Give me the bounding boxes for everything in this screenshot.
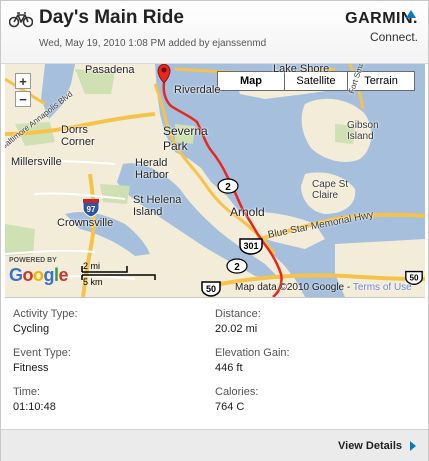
google-logo[interactable]: Google — [9, 265, 69, 286]
activity-header: Day's Main Ride Wed, May 19, 2010 1:08 P… — [1, 1, 428, 64]
svg-text:2: 2 — [225, 182, 231, 193]
stat-value: 01:10:48 — [13, 401, 56, 413]
zoom-in-button[interactable]: + — [15, 73, 31, 89]
map-data-credit: Map data ©2010 Google - — [235, 282, 353, 293]
google-letter: g — [43, 265, 55, 285]
stat-value: 446 ft — [215, 362, 243, 374]
view-details-link[interactable]: View Details — [338, 440, 416, 452]
place-riverdale: Riverdale — [174, 84, 221, 96]
activity-widget: Day's Main Ride Wed, May 19, 2010 1:08 P… — [0, 0, 429, 461]
place-pasadena: Pasadena — [85, 64, 135, 76]
stat-label: Elevation Gain: — [215, 347, 290, 359]
svg-text:301: 301 — [243, 241, 258, 251]
arrow-right-icon — [410, 441, 416, 451]
activity-stats: Activity Type: Cycling Event Type: Fitne… — [1, 298, 428, 428]
garmin-connect-logo[interactable]: GARMIN. Connect. — [328, 10, 418, 54]
stat-elevation-gain: Elevation Gain: 446 ft — [215, 347, 415, 374]
place-crownsville: Crownsville — [57, 217, 114, 229]
svg-text:97: 97 — [87, 205, 96, 214]
stat-activity-type: Activity Type: Cycling — [13, 308, 213, 335]
google-letter: e — [58, 265, 69, 285]
stat-value: 764 C — [215, 401, 245, 413]
place-gibson-island: Gibson Island — [347, 120, 379, 142]
powered-by-label: POWERED BY — [9, 257, 57, 264]
garmin-triangle-icon — [406, 10, 416, 18]
stat-time: Time: 01:10:48 — [13, 386, 213, 413]
google-letter: o — [33, 265, 44, 285]
place-lake-shore: Lake Shore — [273, 64, 330, 75]
scale-miles: 2 mi — [83, 261, 101, 271]
activity-meta: Wed, May 19, 2010 1:08 PM added by ejans… — [39, 38, 267, 49]
view-details-label: View Details — [338, 440, 402, 452]
stat-label: Time: — [13, 386, 41, 398]
route-2-shield-south-icon: 2 — [226, 258, 248, 274]
us-50-shield-west-icon: 50 — [201, 281, 221, 297]
stat-distance: Distance: 20.02 mi — [215, 308, 415, 335]
bicycle-icon — [9, 12, 33, 28]
place-severna-park: Severna Park — [163, 124, 208, 153]
route-2-shield-icon: 2 — [217, 178, 239, 194]
scale-km: 5 km — [83, 277, 103, 287]
google-letter: G — [9, 265, 23, 285]
map-scale: 2 mi 5 km — [81, 261, 161, 289]
stat-label: Event Type: — [13, 347, 71, 359]
route-map[interactable]: + − Map Satellite Terrain Pasadena Lake Sh… — [5, 64, 425, 298]
stat-label: Distance: — [215, 308, 261, 320]
google-letter: o — [22, 265, 34, 285]
stat-value: 20.02 mi — [215, 323, 258, 335]
place-herald-harbor: Herald Harbor — [135, 157, 169, 181]
place-st-helena-island: St Helena Island — [133, 194, 182, 218]
place-millersville: Millersville — [11, 156, 62, 168]
widget-footer: View Details — [1, 429, 428, 461]
place-arnold: Arnold — [230, 205, 265, 219]
svg-text:2: 2 — [234, 262, 240, 273]
activity-title[interactable]: Day's Main Ride — [39, 7, 184, 29]
stat-event-type: Event Type: Fitness — [13, 347, 213, 374]
place-cape-st-claire: Cape St Claire — [312, 179, 349, 201]
us-301-shield-icon: 301 — [239, 238, 263, 255]
stat-calories: Calories: 764 C — [215, 386, 415, 413]
stat-value: Fitness — [13, 362, 49, 374]
map-attribution: Map data ©2010 Google - Terms of Use — [235, 282, 412, 293]
interstate-97-shield-icon: 97 — [82, 199, 100, 218]
terms-of-use-link[interactable]: Terms of Use — [353, 282, 412, 293]
stat-label: Activity Type: — [13, 308, 78, 320]
svg-text:50: 50 — [206, 284, 216, 294]
zoom-out-button[interactable]: − — [15, 91, 31, 107]
stat-value: Cycling — [13, 323, 50, 335]
place-dorrs-corner: Dorrs Corner — [61, 124, 95, 148]
stat-label: Calories: — [215, 386, 259, 398]
zoom-control: + − — [15, 73, 31, 107]
connect-wordmark: Connect. — [369, 30, 418, 44]
